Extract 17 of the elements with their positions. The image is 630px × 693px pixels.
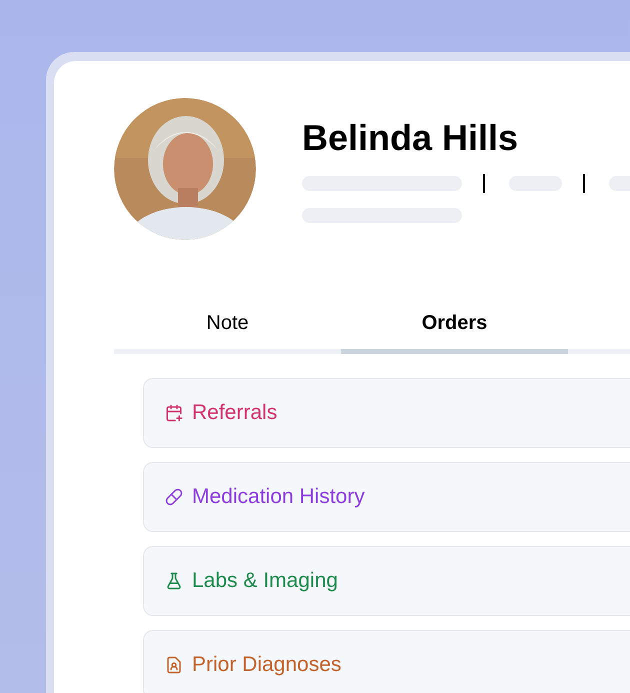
section-row[interactable]: Prior Diagnoses (143, 630, 630, 693)
section-row[interactable]: Labs & Imaging (143, 546, 630, 616)
pill-icon (165, 488, 183, 506)
tab[interactable]: Note (114, 300, 341, 354)
section-label: Prior Diagnoses (192, 652, 342, 678)
section-label: Medication History (192, 484, 365, 510)
separator-line (483, 174, 485, 193)
section-label: Labs & Imaging (192, 568, 338, 594)
separator-line (583, 174, 585, 193)
section-label: Referrals (192, 400, 278, 426)
tab[interactable]: Orders (341, 300, 568, 354)
document-person-icon (165, 656, 183, 674)
flask-icon (165, 572, 183, 590)
section-row[interactable]: Medication History (143, 462, 630, 532)
patient-name: Belinda Hills (302, 116, 520, 160)
section-row[interactable]: Referrals (143, 378, 630, 448)
calendar-plus-icon (165, 404, 183, 422)
